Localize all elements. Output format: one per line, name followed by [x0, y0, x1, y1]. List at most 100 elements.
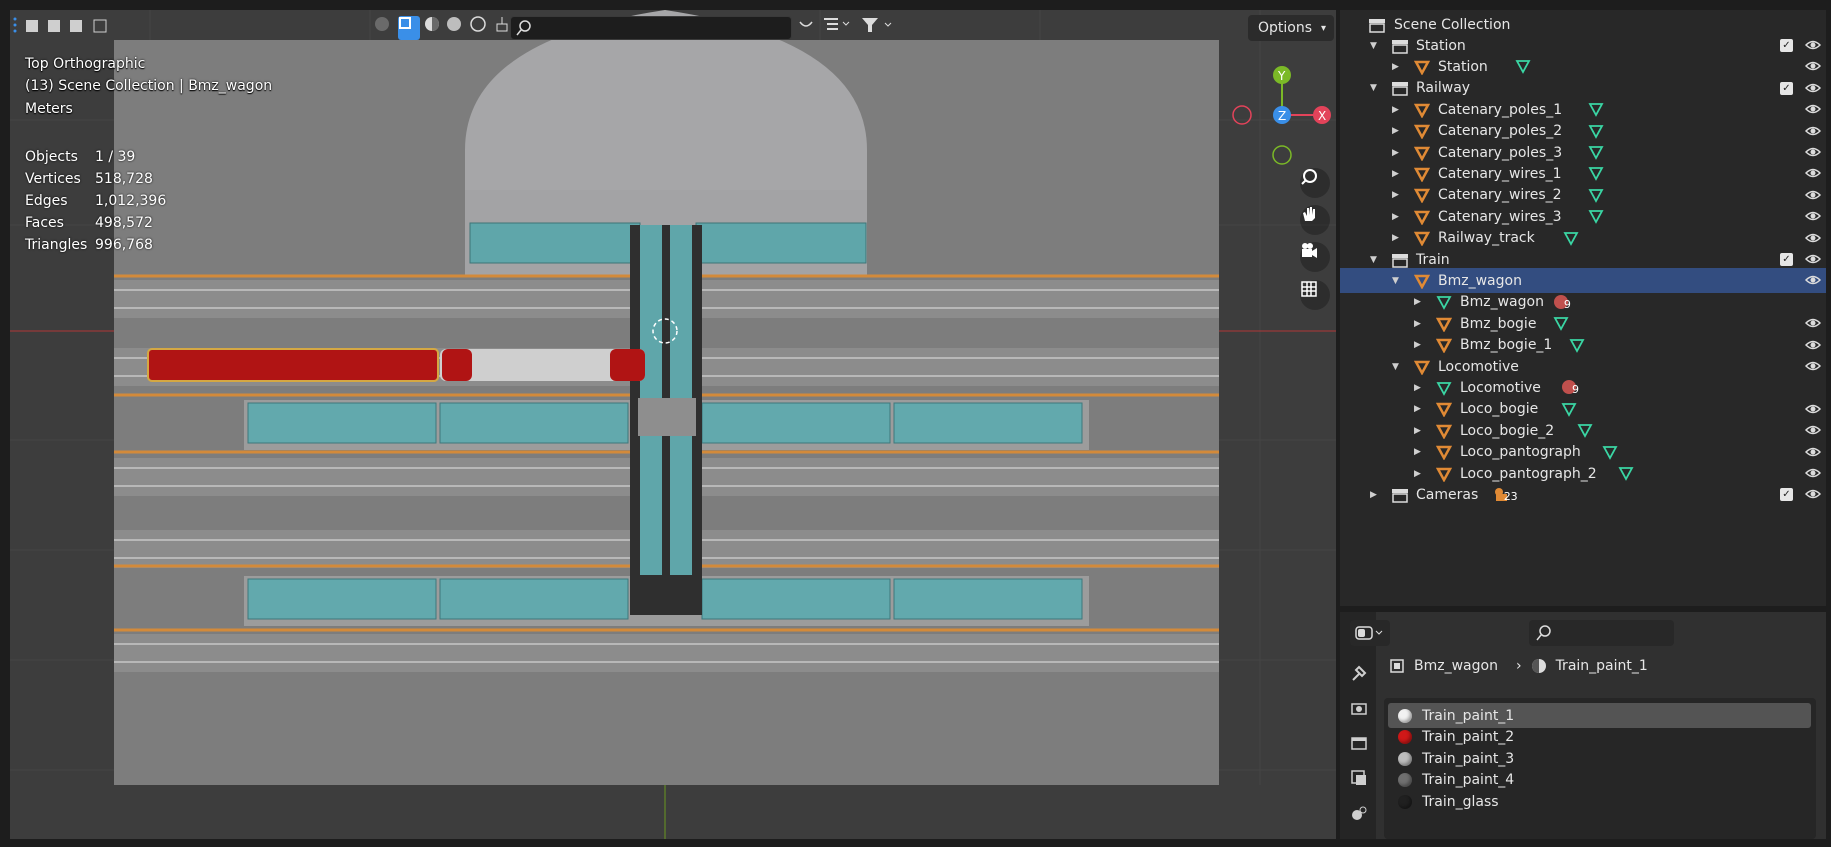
object-triangle-icon: [1436, 317, 1452, 332]
expand-right-icon[interactable]: ▶: [1392, 105, 1399, 115]
object-triangle-icon: [1414, 103, 1430, 118]
object-triangle-icon: [1436, 338, 1452, 354]
zoom-icon[interactable]: [1300, 168, 1330, 198]
display-filter-icon[interactable]: [822, 16, 858, 40]
options-label: Options: [1258, 20, 1313, 36]
properties-editor-icon: [1355, 626, 1383, 640]
chevron-right-icon: ›: [1515, 658, 1522, 674]
expand-right-icon[interactable]: ▶: [1414, 426, 1421, 436]
stat-row: Objects 1 / 39: [25, 146, 166, 168]
expand-down-icon[interactable]: ▼: [1392, 362, 1399, 372]
properties-search-input[interactable]: [1529, 620, 1674, 646]
expand-right-icon[interactable]: ▶: [1414, 447, 1421, 457]
expand-right-icon[interactable]: ▶: [1392, 212, 1399, 222]
wireframe-shading-icon[interactable]: [374, 16, 394, 40]
outliner-row-label: Catenary_poles_1: [1438, 101, 1563, 118]
expand-right-icon[interactable]: ▶: [1414, 383, 1421, 393]
outliner-row-label: Station: [1438, 58, 1488, 75]
expand-right-icon[interactable]: ▶: [1414, 297, 1421, 307]
expand-down-icon[interactable]: ▼: [1370, 255, 1377, 265]
material-badge-icon[interactable]: 9: [1561, 378, 1587, 397]
svg-text:Y: Y: [1277, 69, 1286, 83]
view-context: (13) Scene Collection | Bmz_wagon: [25, 78, 273, 94]
scene-render: [10, 10, 1336, 839]
editor-type-dropdown[interactable]: [1350, 620, 1390, 646]
tool-tab-icon[interactable]: [1350, 664, 1368, 686]
material-slot-label: Train_paint_2: [1422, 729, 1515, 746]
outliner-row-label: Catenary_wires_2: [1438, 187, 1562, 204]
object-triangle-icon: [1436, 467, 1452, 482]
solid-shading-icon[interactable]: [398, 16, 420, 40]
selection-mode-icons[interactable]: [24, 16, 116, 40]
stat-row: Edges 1,012,396: [25, 190, 166, 212]
expand-right-icon[interactable]: ▶: [1392, 233, 1399, 243]
exclude-checkbox[interactable]: ✓: [1780, 488, 1793, 502]
rendered-shading-icon[interactable]: [446, 16, 466, 40]
exclude-checkbox[interactable]: ✓: [1780, 39, 1793, 52]
expand-right-icon[interactable]: ▶: [1392, 148, 1399, 158]
breadcrumb-material: Train_paint_1: [1555, 658, 1648, 674]
stat-label: Objects: [25, 149, 78, 165]
output-tab-icon[interactable]: [1350, 734, 1368, 756]
object-icon: [1390, 659, 1404, 673]
scene-tab-icon[interactable]: [1350, 804, 1368, 826]
stat-value: 1 / 39: [95, 149, 136, 165]
material-slot[interactable]: Train_glass: [1388, 789, 1811, 814]
outliner-row-label: Loco_bogie: [1460, 401, 1539, 418]
options-dropdown[interactable]: Options ▾: [1248, 15, 1334, 41]
outliner-row-label: Catenary_poles_3: [1438, 144, 1563, 161]
camera-data-icon[interactable]: 23: [1493, 485, 1519, 504]
breadcrumb-object: Bmz_wagon: [1414, 658, 1498, 674]
overlay-icon[interactable]: [798, 16, 818, 40]
expand-right-icon[interactable]: ▶: [1414, 340, 1421, 350]
stat-label: Triangles: [25, 237, 88, 253]
material-preview-icon[interactable]: [424, 16, 444, 40]
filter-icon[interactable]: [860, 16, 900, 40]
expand-right-icon[interactable]: ▶: [1392, 62, 1399, 72]
object-triangle-icon: [1436, 424, 1452, 439]
view-name: Top Orthographic: [25, 56, 146, 72]
view-layer-tab-icon[interactable]: [1350, 769, 1368, 791]
properties-panel[interactable]: Bmz_wagon › Train_paint_1 Train_paint_1 T…: [1340, 612, 1826, 839]
exclude-checkbox[interactable]: ✓: [1780, 81, 1793, 95]
badge-count: 9: [1572, 383, 1579, 397]
grid-view-icon[interactable]: [1300, 280, 1330, 310]
expand-down-icon[interactable]: ▼: [1370, 41, 1377, 51]
render-tab-icon[interactable]: [1350, 699, 1368, 721]
exclude-checkbox[interactable]: ✓: [1780, 253, 1793, 266]
search-icon: [1536, 625, 1551, 641]
collection-icon: [1392, 253, 1408, 268]
drag-handle-icon[interactable]: [12, 16, 22, 40]
object-triangle-icon: [1414, 189, 1430, 204]
object-triangle-icon: [1436, 445, 1452, 461]
outliner-row-label: Bmz_wagon: [1438, 272, 1522, 289]
material-slot-label: Train_paint_4: [1422, 772, 1515, 789]
expand-right-icon[interactable]: ▶: [1392, 190, 1399, 200]
svg-text:X: X: [1318, 109, 1326, 123]
badge-count: 9: [1563, 297, 1571, 311]
object-triangle-icon: [1414, 167, 1430, 182]
expand-right-icon[interactable]: ▶: [1414, 469, 1421, 479]
camera-view-icon[interactable]: [1300, 242, 1330, 272]
outliner-row-label: Catenary_wires_3: [1438, 208, 1562, 225]
expand-right-icon[interactable]: ▶: [1414, 319, 1421, 329]
breadcrumb: Bmz_wagon › Train_paint_1: [1388, 654, 1648, 678]
mesh-data-icon: [1436, 296, 1452, 311]
material-badge-icon[interactable]: 9: [1553, 293, 1579, 312]
viewport-search-input[interactable]: [510, 16, 792, 40]
mesh-data-icon: [1436, 381, 1452, 396]
viewport-shading-icon[interactable]: [470, 16, 490, 40]
material-preview-icon: [1398, 794, 1412, 809]
expand-right-icon[interactable]: ▶: [1392, 126, 1399, 136]
axis-gizmo[interactable]: Y X Z: [1225, 58, 1335, 168]
3d-viewport[interactable]: Options ▾ Top Orthographic (13) Scene Col…: [10, 10, 1336, 839]
outliner-panel[interactable]: Scene Collection ▼ Station ✓ ▶ Station ▼ Railw…: [1340, 10, 1826, 606]
expand-right-icon[interactable]: ▶: [1392, 169, 1399, 179]
outliner-row-label: Station: [1416, 37, 1466, 54]
expand-right-icon[interactable]: ▶: [1370, 490, 1377, 500]
expand-down-icon[interactable]: ▼: [1392, 276, 1399, 286]
expand-down-icon[interactable]: ▼: [1370, 83, 1377, 93]
expand-right-icon[interactable]: ▶: [1414, 404, 1421, 414]
pan-hand-icon[interactable]: [1300, 205, 1330, 235]
outliner-row[interactable]: ▶ Cameras 23 ✓: [1340, 482, 1826, 507]
